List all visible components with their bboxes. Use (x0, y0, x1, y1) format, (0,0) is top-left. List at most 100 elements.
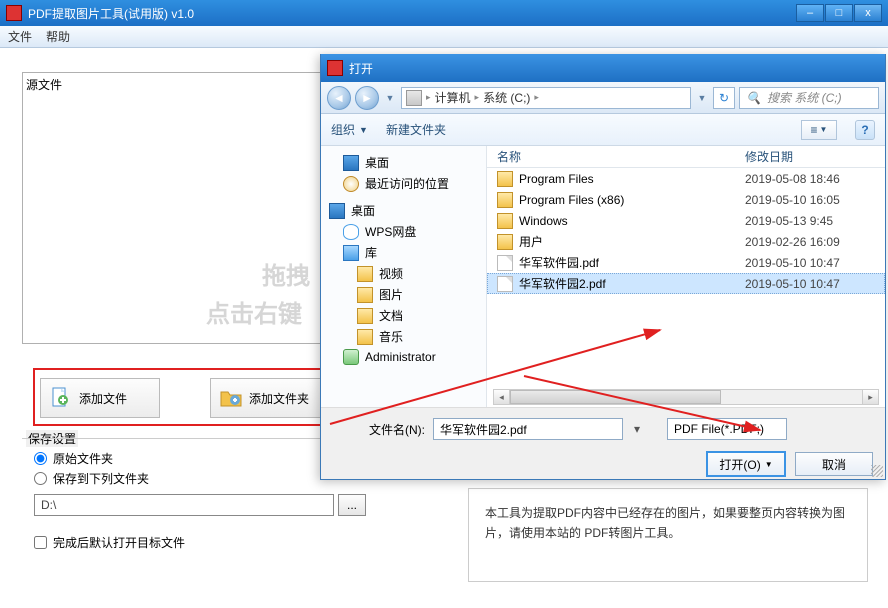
horizontal-scrollbar[interactable]: ◂ ▸ (493, 389, 879, 405)
tree-item[interactable]: 视频 (325, 263, 482, 284)
tree-item[interactable]: 最近访问的位置 (325, 173, 482, 194)
file-row[interactable]: 用户2019-02-26 16:09 (487, 231, 885, 252)
filename-dropdown[interactable]: ▾ (631, 422, 643, 436)
scroll-thumb[interactable] (510, 390, 721, 404)
dialog-nav: ◄ ► ▼ ▸ 计算机 ▸ 系统 (C;) ▸ ▼ ↻ 🔍 搜索 系统 (C;) (321, 82, 885, 114)
open-after-input[interactable] (34, 536, 47, 549)
crumb-dropdown[interactable]: ▼ (695, 86, 709, 110)
radio-original-folder[interactable]: 原始文件夹 (34, 450, 113, 467)
filetype-value: PDF File(*.PDF;) (674, 422, 764, 436)
crumb-computer[interactable]: 计算机 (435, 89, 471, 106)
minimize-button[interactable]: – (796, 4, 824, 22)
refresh-button[interactable]: ↻ (713, 87, 735, 109)
breadcrumb[interactable]: ▸ 计算机 ▸ 系统 (C;) ▸ (401, 87, 691, 109)
filename-input[interactable]: 华军软件园2.pdf (433, 418, 623, 440)
tree-item[interactable]: 文档 (325, 305, 482, 326)
folder-icon (357, 329, 373, 345)
browse-button[interactable]: ... (338, 494, 366, 516)
scroll-track[interactable] (510, 390, 862, 404)
radio-original-input[interactable] (34, 452, 47, 465)
pdf-file-icon (497, 255, 513, 271)
watermark-rightclick: 点击右键 (206, 294, 302, 329)
file-date: 2019-05-13 9:45 (745, 214, 885, 228)
search-input[interactable]: 🔍 搜索 系统 (C;) (739, 87, 879, 109)
folder-icon (497, 192, 513, 208)
folder-icon (497, 234, 513, 250)
view-mode-button[interactable]: ≡▼ (801, 120, 837, 140)
file-row[interactable]: Program Files2019-05-08 18:46 (487, 168, 885, 189)
tree-item[interactable]: 库 (325, 242, 482, 263)
tree-item-label: 文档 (379, 307, 403, 324)
menu-help[interactable]: 帮助 (46, 28, 70, 45)
radio-custom-folder[interactable]: 保存到下列文件夹 (34, 470, 149, 487)
tree-item-label: 桌面 (351, 202, 375, 219)
column-date[interactable]: 修改日期 (745, 148, 885, 165)
file-name: 用户 (519, 233, 745, 250)
close-button[interactable]: x (854, 4, 882, 22)
scroll-right-button[interactable]: ▸ (862, 390, 878, 404)
tree-item[interactable]: 音乐 (325, 326, 482, 347)
file-name: Program Files (x86) (519, 193, 745, 207)
add-file-label: 添加文件 (79, 390, 127, 407)
nav-back-button[interactable]: ◄ (327, 86, 351, 110)
open-after-checkbox[interactable]: 完成后默认打开目标文件 (34, 534, 185, 551)
nav-history-dropdown[interactable]: ▼ (383, 86, 397, 110)
chevron-right-icon: ▸ (532, 92, 541, 103)
tree-item[interactable]: WPS网盘 (325, 221, 482, 242)
file-date: 2019-05-08 18:46 (745, 172, 885, 186)
file-list-header[interactable]: 名称 修改日期 (487, 146, 885, 168)
folder-icon (357, 308, 373, 324)
file-row[interactable]: Windows2019-05-13 9:45 (487, 210, 885, 231)
tree-item-label: 最近访问的位置 (365, 175, 449, 192)
crumb-drive[interactable]: 系统 (C;) (483, 89, 530, 106)
maximize-button[interactable]: □ (825, 4, 853, 22)
file-list[interactable]: 名称 修改日期 Program Files2019-05-08 18:46Pro… (487, 146, 885, 407)
help-button[interactable]: ? (855, 120, 875, 140)
file-row[interactable]: Program Files (x86)2019-05-10 16:05 (487, 189, 885, 210)
cancel-button[interactable]: 取消 (795, 452, 873, 476)
main-menu: 文件 帮助 (0, 26, 888, 48)
file-date: 2019-02-26 16:09 (745, 235, 885, 249)
source-label: 源文件 (26, 76, 62, 93)
tree-item[interactable]: Administrator (325, 347, 482, 367)
open-button[interactable]: 打开(O)▼ (707, 452, 785, 476)
radio-original-label: 原始文件夹 (53, 450, 113, 467)
tree-item-label: 图片 (379, 286, 403, 303)
save-path-input[interactable]: D:\ (34, 494, 334, 516)
tree-item[interactable]: 桌面 (325, 152, 482, 173)
tree-item[interactable]: 图片 (325, 284, 482, 305)
lib-icon (343, 245, 359, 261)
file-row[interactable]: 华军软件园2.pdf2019-05-10 10:47 (487, 273, 885, 294)
new-folder-button[interactable]: 新建文件夹 (386, 121, 446, 138)
organize-menu[interactable]: 组织 ▼ (331, 121, 368, 138)
add-folder-label: 添加文件夹 (249, 390, 309, 407)
folder-icon (357, 266, 373, 282)
info-text: 本工具为提取PDF内容中已经存在的图片，如果要整页内容转换为图片，请使用本站的 … (485, 506, 845, 540)
filetype-select[interactable]: PDF File(*.PDF;) (667, 418, 787, 440)
tree-item-label: 音乐 (379, 328, 403, 345)
open-button-label: 打开(O) (719, 456, 760, 473)
file-row[interactable]: 华军软件园.pdf2019-05-10 10:47 (487, 252, 885, 273)
info-panel: 本工具为提取PDF内容中已经存在的图片，如果要整页内容转换为图片，请使用本站的 … (468, 488, 868, 582)
add-folder-button[interactable]: 添加文件夹 (210, 378, 330, 418)
menu-file[interactable]: 文件 (8, 28, 32, 45)
tree-item[interactable]: 桌面 (325, 200, 482, 221)
filename-label: 文件名(N): (333, 421, 425, 438)
folder-tree[interactable]: 桌面最近访问的位置桌面WPS网盘库视频图片文档音乐Administrator (321, 146, 487, 407)
resize-grip[interactable] (871, 465, 883, 477)
radio-custom-input[interactable] (34, 472, 47, 485)
scroll-left-button[interactable]: ◂ (494, 390, 510, 404)
file-add-icon (49, 386, 73, 410)
radio-custom-label: 保存到下列文件夹 (53, 470, 149, 487)
filename-value: 华军软件园2.pdf (440, 421, 527, 438)
main-titlebar[interactable]: PDF提取图片工具(试用版) v1.0 – □ x (0, 0, 888, 26)
dialog-footer: 文件名(N): 华军软件园2.pdf ▾ PDF File(*.PDF;) 打开… (321, 407, 885, 479)
column-name[interactable]: 名称 (497, 148, 745, 165)
nav-forward-button[interactable]: ► (355, 86, 379, 110)
monitor-icon (343, 155, 359, 171)
dialog-titlebar[interactable]: 打开 (321, 54, 885, 82)
folder-icon (357, 287, 373, 303)
pdf-file-icon (497, 276, 513, 292)
chevron-right-icon: ▸ (424, 92, 433, 103)
add-file-button[interactable]: 添加文件 (40, 378, 160, 418)
